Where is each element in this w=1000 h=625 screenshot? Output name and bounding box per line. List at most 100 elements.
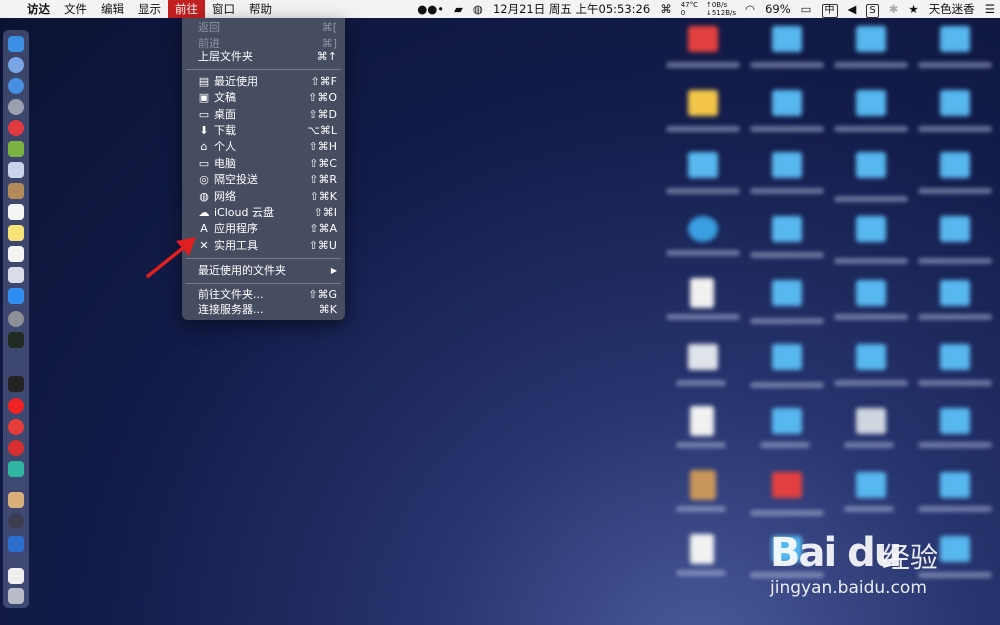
menu-item-network[interactable]: ◍ 网络 ⇧⌘K xyxy=(182,189,345,205)
desktop-folder-icon[interactable] xyxy=(772,216,802,242)
reminders-icon[interactable] xyxy=(8,246,24,262)
wechat-icon[interactable] xyxy=(8,461,24,477)
desktop-app-icon[interactable] xyxy=(688,216,718,242)
desktop-folder-icon[interactable] xyxy=(688,26,718,52)
menu-file[interactable]: 文件 xyxy=(57,0,94,18)
desktop-folder-icon[interactable] xyxy=(772,90,802,116)
preview-icon[interactable] xyxy=(8,162,24,178)
vivaldi-icon[interactable] xyxy=(8,419,24,435)
character-icon[interactable] xyxy=(8,513,24,529)
wifi-icon[interactable]: ◠ xyxy=(740,0,760,18)
music-icon[interactable] xyxy=(8,440,24,456)
menu-finder[interactable]: 访达 xyxy=(20,0,57,18)
desktop-folder-icon[interactable] xyxy=(856,26,886,52)
menu-item-documents[interactable]: ▣ 文稿 ⇧⌘O xyxy=(182,90,345,106)
desktop-file-icon[interactable] xyxy=(690,278,714,308)
contacts-icon[interactable] xyxy=(8,183,24,199)
desktop-folder-icon[interactable] xyxy=(856,472,886,498)
yandex-icon[interactable] xyxy=(8,398,24,414)
desktop-folder-icon[interactable] xyxy=(772,152,802,178)
desktop-folder-icon[interactable] xyxy=(940,344,970,370)
menu-item-desktop[interactable]: ▭ 桌面 ⇧⌘D xyxy=(182,107,345,123)
desktop-folder-icon[interactable] xyxy=(772,472,802,498)
s-app-icon[interactable]: S xyxy=(861,0,883,18)
desktop-file-icon[interactable] xyxy=(690,406,714,436)
menu-edit[interactable]: 编辑 xyxy=(94,0,131,18)
desktop-folder-icon[interactable] xyxy=(940,152,970,178)
menu-item-recent-folders[interactable]: 最近使用的文件夹 ▶ xyxy=(182,263,345,279)
menu-item-downloads[interactable]: ⬇ 下载 ⌥⌘L xyxy=(182,123,345,139)
desktop-folder-icon[interactable] xyxy=(940,26,970,52)
battery-percent[interactable]: 69% xyxy=(760,0,796,18)
menu-item-connect-server[interactable]: 连接服务器... ⌘K xyxy=(182,302,345,318)
list-icon[interactable]: ☰ xyxy=(980,0,1000,18)
menu-item-applications[interactable]: A 应用程序 ⇧⌘A xyxy=(182,221,345,237)
system-preferences-icon[interactable] xyxy=(8,311,24,327)
menu-item-home[interactable]: ⌂ 个人 ⇧⌘H xyxy=(182,139,345,155)
desktop-folder-icon[interactable] xyxy=(688,152,718,178)
calendar-icon[interactable] xyxy=(8,204,24,220)
menu-item-icloud[interactable]: ☁ iCloud 云盘 ⇧⌘I xyxy=(182,205,345,221)
menu-view[interactable]: 显示 xyxy=(131,0,168,18)
activity-monitor-icon[interactable] xyxy=(8,332,24,348)
globe-icon[interactable]: ◍ xyxy=(468,0,488,18)
app-store-icon[interactable] xyxy=(8,288,24,304)
app-red-icon[interactable] xyxy=(8,120,24,136)
bluetooth-icon[interactable]: ✱ xyxy=(884,0,904,18)
desktop-folder-icon[interactable] xyxy=(856,90,886,116)
desktop-folder-icon[interactable] xyxy=(940,408,970,434)
input-method[interactable]: 中 xyxy=(817,0,843,18)
desktop-label xyxy=(676,442,726,448)
menu-item-go-to-folder[interactable]: 前往文件夹... ⇧⌘G xyxy=(182,287,345,303)
safari-icon[interactable] xyxy=(8,78,24,94)
desktop-folder-icon[interactable] xyxy=(856,216,886,242)
app-icon[interactable]: ⌘ xyxy=(655,0,677,18)
desktop-folder-icon[interactable] xyxy=(940,216,970,242)
menu-item-enclosing-folder[interactable]: 上层文件夹 ⌘↑ xyxy=(182,49,345,65)
photos-icon[interactable] xyxy=(8,267,24,283)
volume-icon[interactable]: ◀ xyxy=(843,0,862,18)
desktop-folder-icon[interactable] xyxy=(688,90,718,116)
s-app-dock-icon[interactable] xyxy=(8,536,24,552)
desktop-folder-icon[interactable] xyxy=(856,152,886,178)
desktop-folder-icon[interactable] xyxy=(940,280,970,306)
menu-item-utilities[interactable]: ✕ 实用工具 ⇧⌘U xyxy=(182,238,345,254)
desktop-archive-icon[interactable] xyxy=(690,470,716,500)
menu-item-airdrop[interactable]: ◎ 隔空投送 ⇧⌘R xyxy=(182,172,345,188)
terminal-icon[interactable] xyxy=(8,376,24,392)
desktop-file-icon[interactable] xyxy=(690,534,714,564)
desktop-app-icon[interactable] xyxy=(688,344,718,370)
launchpad-icon[interactable] xyxy=(8,57,24,73)
desktop-folder-icon[interactable] xyxy=(940,90,970,116)
desktop-folder-icon[interactable] xyxy=(772,408,802,434)
airdrop-icon: ◎ xyxy=(199,173,209,186)
notification-icon[interactable]: ▰ xyxy=(449,0,468,18)
desktop-folder-icon[interactable] xyxy=(940,472,970,498)
menu-item-computer[interactable]: ▭ 电脑 ⇧⌘C xyxy=(182,156,345,172)
desktop-image-icon[interactable] xyxy=(856,408,886,434)
menu-window[interactable]: 窗口 xyxy=(205,0,242,18)
clock-text[interactable]: 12月21日 周五 上午05:53:26 xyxy=(488,0,655,18)
android-icon[interactable] xyxy=(8,141,24,157)
desktop-folder-icon[interactable] xyxy=(772,280,802,306)
battery-icon[interactable]: ▭ xyxy=(796,0,817,18)
menu-go[interactable]: 前往 xyxy=(168,0,205,18)
desktop-folder-icon[interactable] xyxy=(772,26,802,52)
desktop-folder-icon[interactable] xyxy=(856,280,886,306)
archive-icon[interactable] xyxy=(8,492,24,508)
icloud-shortcut: ⇧⌘I xyxy=(313,206,337,219)
rocket-icon[interactable] xyxy=(8,99,24,115)
menu-item-recents[interactable]: ▤ 最近使用 ⇧⌘F xyxy=(182,74,345,90)
menu-help[interactable]: 帮助 xyxy=(242,0,279,18)
dots-icon[interactable]: ●●• xyxy=(412,0,449,18)
desktop-folder-icon[interactable] xyxy=(772,344,802,370)
user-name[interactable]: 天色迷香 xyxy=(924,0,980,18)
trash-icon[interactable] xyxy=(8,588,24,604)
notes-icon[interactable] xyxy=(8,225,24,241)
apple-menu-icon[interactable] xyxy=(0,0,20,18)
menu-item-back[interactable]: 返回 ⌘[ xyxy=(182,20,345,36)
desktop-folder-icon[interactable] xyxy=(856,344,886,370)
star-icon[interactable]: ★ xyxy=(903,0,923,18)
finder-icon[interactable] xyxy=(8,36,24,52)
document-icon[interactable] xyxy=(8,568,24,584)
